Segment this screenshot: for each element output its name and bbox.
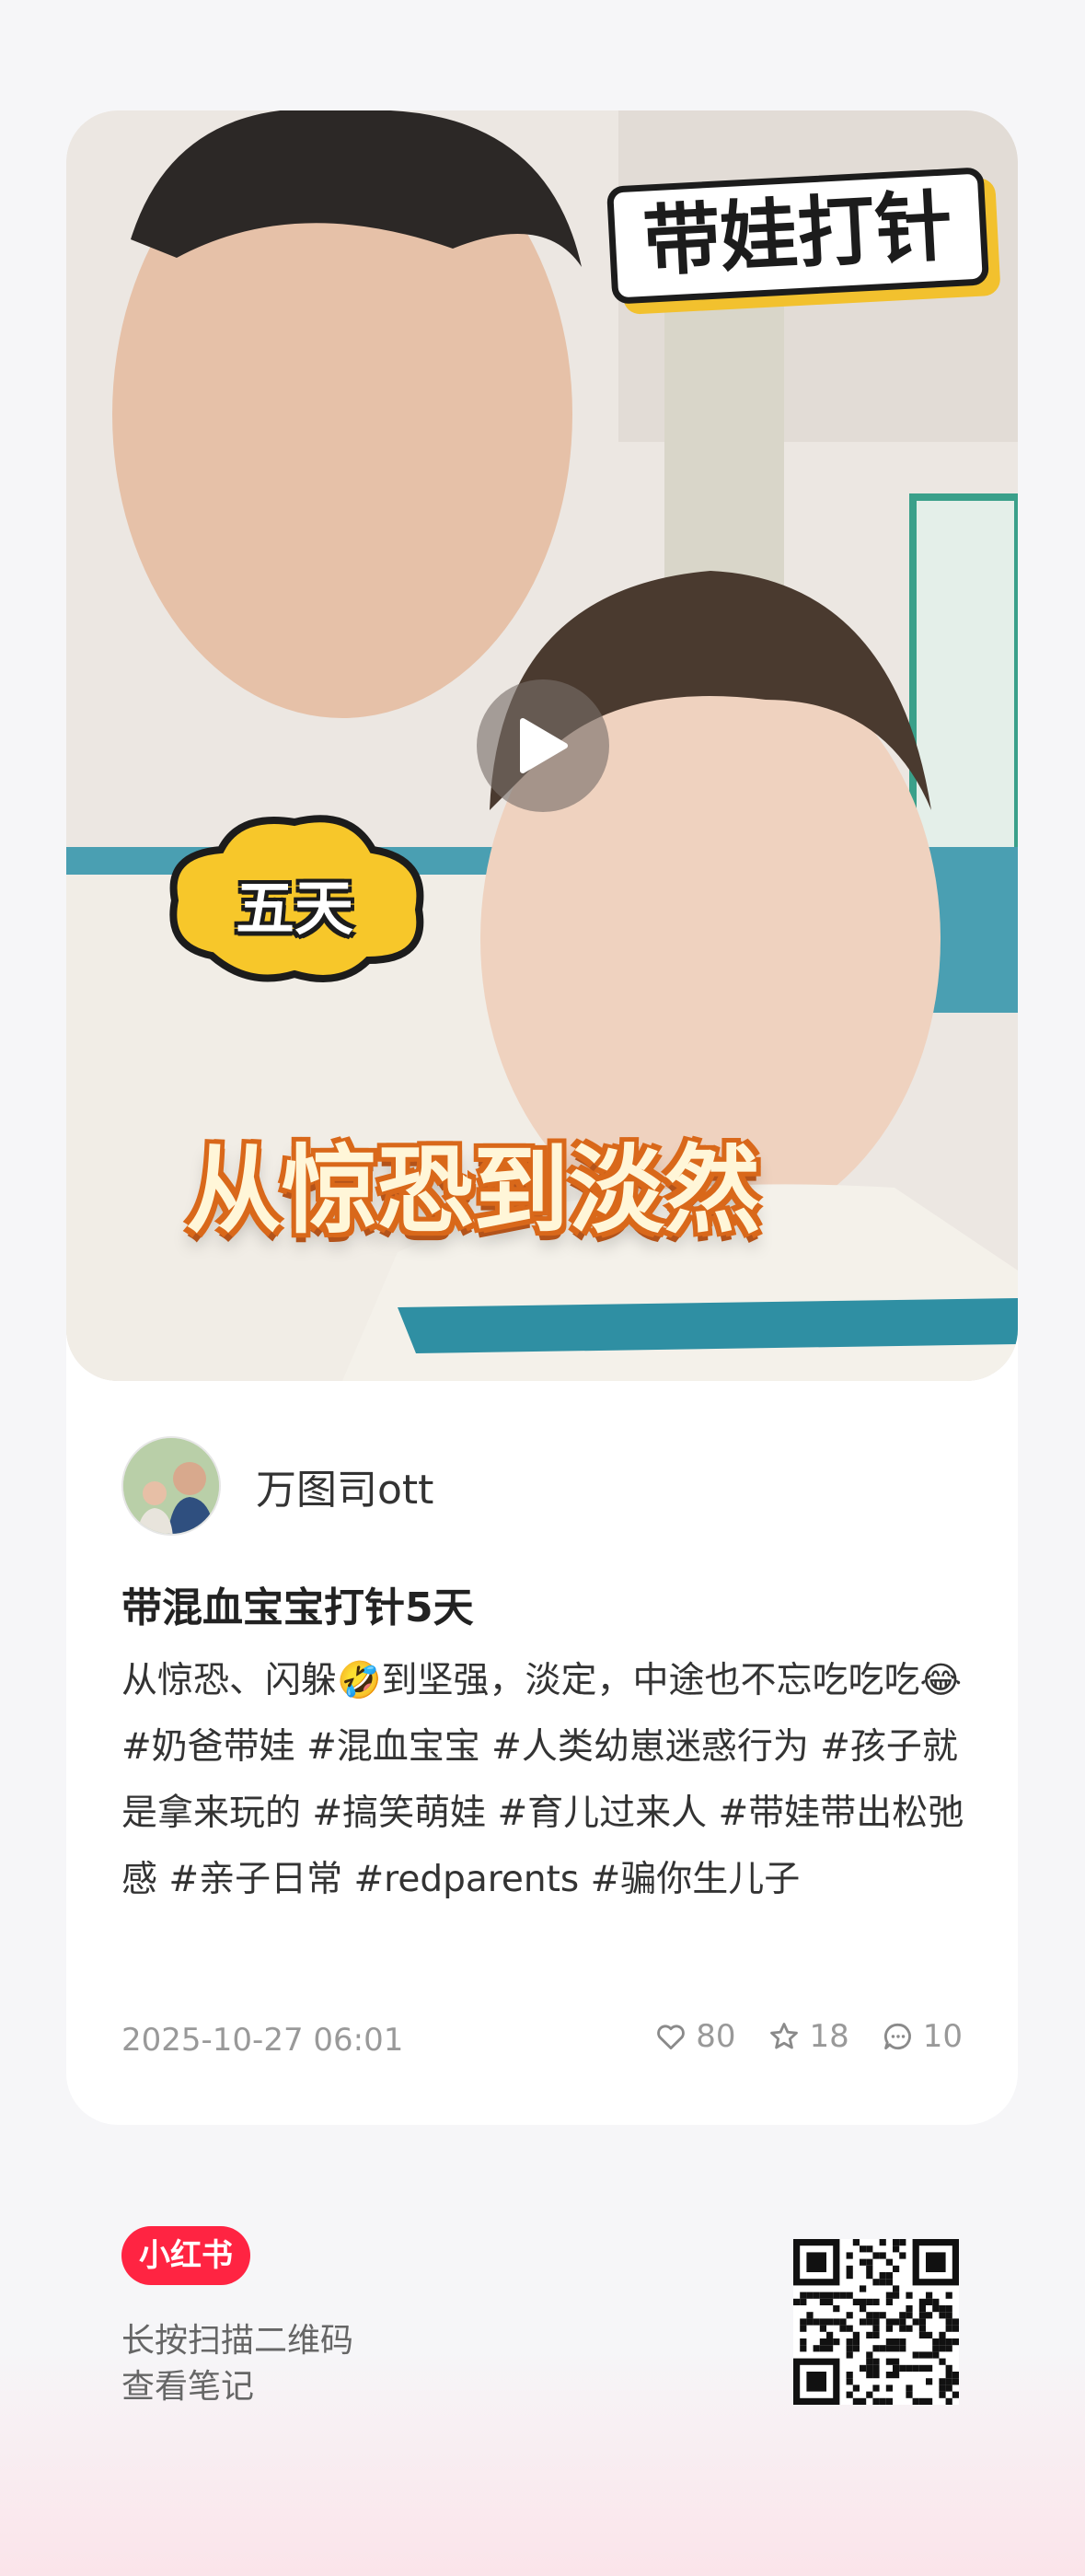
- note-meta: 2025-10-27 06:01 80 18 10: [121, 2018, 963, 2062]
- play-button[interactable]: [477, 679, 609, 812]
- note-stats: 80 18 10: [622, 2018, 963, 2055]
- play-icon: [520, 718, 568, 773]
- post-date: 2025-10-27 06:01: [121, 2022, 404, 2059]
- author-row[interactable]: 万图司ott: [121, 1436, 433, 1536]
- qr-code-image: [793, 2239, 959, 2405]
- xiaohongshu-logo: 小红书: [121, 2226, 250, 2285]
- star-count: 18: [809, 2018, 849, 2055]
- avatar[interactable]: [121, 1436, 221, 1536]
- comment-icon: [883, 2023, 911, 2050]
- scan-instructions: 长按扫描二维码 查看笔记: [121, 2318, 353, 2410]
- like-count: 80: [696, 2018, 736, 2055]
- comment-stat[interactable]: 10: [881, 2018, 963, 2055]
- note-description: 从惊恐、闪躲🤣到坚强，淡定，中途也不忘吃吃吃😂#奶爸带娃 #混血宝宝 #人类幼崽…: [121, 1660, 964, 1900]
- qr-code[interactable]: [793, 2239, 959, 2405]
- comment-count: 10: [922, 2018, 963, 2055]
- avatar-image: [123, 1438, 219, 1534]
- note-card[interactable]: 带娃打针 五天 从惊恐到淡然 万图司ott 带混血宝宝打针5天 从惊恐、闪躲🤣到…: [66, 110, 1018, 2125]
- like-stat[interactable]: 80: [653, 2018, 735, 2055]
- sticker-cloud-text: 五天: [236, 876, 353, 944]
- sticker-bottom-caption: 从惊恐到淡然: [186, 1134, 761, 1247]
- video-cover[interactable]: 带娃打针 五天 从惊恐到淡然: [66, 110, 1018, 1381]
- author-name[interactable]: 万图司ott: [256, 1456, 433, 1515]
- scan-line-1: 长按扫描二维码: [121, 2322, 354, 2360]
- note-title: 带混血宝宝打针5天: [121, 1584, 474, 1631]
- star-stat[interactable]: 18: [767, 2018, 849, 2055]
- sticker-top-caption: 带娃打针: [606, 167, 990, 305]
- star-icon: [770, 2023, 799, 2049]
- sticker-cloud: 五天: [156, 808, 433, 992]
- scan-line-2: 查看笔记: [121, 2368, 255, 2406]
- heart-icon: [657, 2025, 686, 2050]
